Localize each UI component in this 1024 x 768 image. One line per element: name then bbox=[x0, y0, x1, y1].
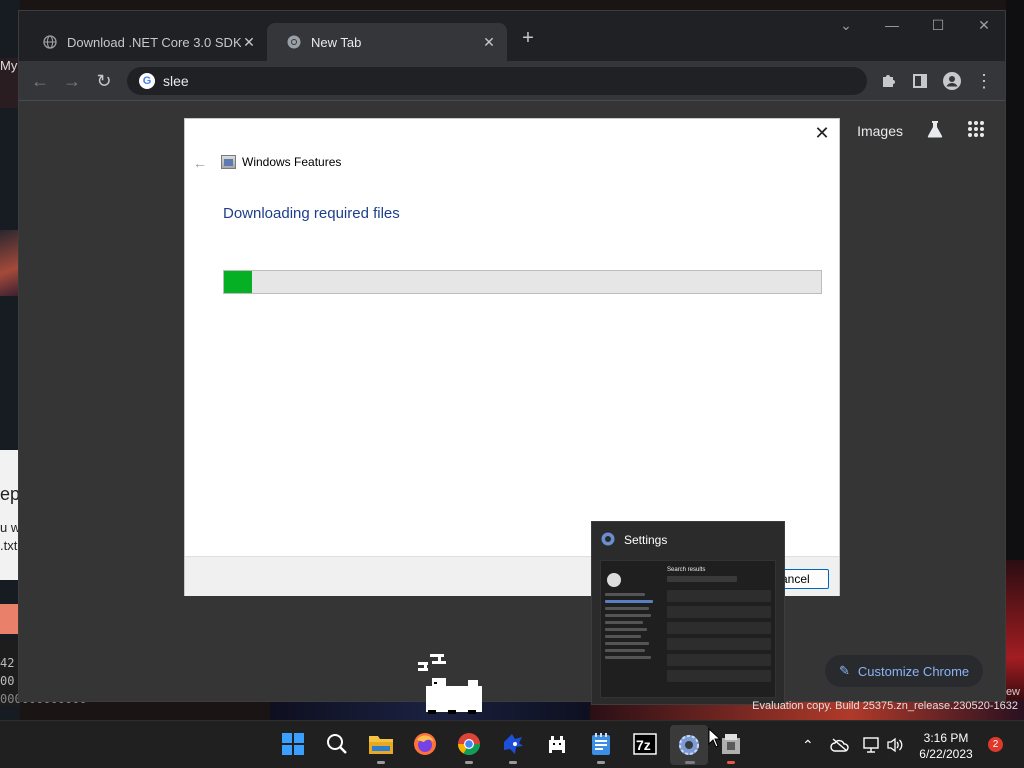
volume-icon[interactable] bbox=[886, 721, 904, 768]
background-text-fragment: My bbox=[0, 58, 18, 73]
address-bar[interactable]: G bbox=[127, 67, 867, 95]
settings-taskbar-icon[interactable] bbox=[670, 725, 708, 765]
thumbnail-main: Search results bbox=[667, 567, 771, 695]
background-button-fragment bbox=[0, 604, 20, 634]
thumbnail-heading: Search results bbox=[667, 567, 706, 573]
watermark-fragment: ew bbox=[1005, 686, 1020, 698]
labs-flask-icon[interactable] bbox=[925, 119, 945, 142]
images-link[interactable]: Images bbox=[857, 123, 903, 139]
search-icon[interactable] bbox=[324, 731, 350, 757]
chrome-logo-icon bbox=[287, 35, 301, 49]
desktop-wallpaper-right bbox=[1006, 0, 1024, 728]
preview-thumbnail: Search results bbox=[600, 560, 776, 698]
close-icon[interactable]: ✕ bbox=[813, 123, 831, 143]
browser-toolbar: ← → ↻ G ⋮ bbox=[19, 61, 1005, 101]
clock-time: 3:16 PM bbox=[923, 731, 969, 745]
notepad-icon[interactable] bbox=[588, 731, 614, 764]
background-text-fragment: .txt bbox=[0, 538, 18, 553]
tab-search-chevron-icon[interactable]: ⌄ bbox=[831, 17, 861, 34]
taskbar: 7z ⌃ 3:16 PM 6/22/2023 2 bbox=[0, 720, 1024, 768]
clock-date: 6/22/2023 bbox=[919, 747, 973, 761]
side-panel-icon[interactable] bbox=[909, 70, 931, 92]
download-progress-bar bbox=[223, 270, 822, 294]
windows-features-icon bbox=[221, 155, 236, 169]
omnibox-input[interactable] bbox=[163, 73, 763, 89]
show-hidden-icons-chevron[interactable]: ⌃ bbox=[802, 721, 814, 768]
back-arrow-icon[interactable]: ← bbox=[193, 155, 207, 171]
menu-kebab-icon[interactable]: ⋮ bbox=[973, 70, 995, 92]
mouse-cursor-icon bbox=[708, 728, 722, 748]
creature-app-icon[interactable] bbox=[544, 731, 570, 757]
reload-icon[interactable]: ↻ bbox=[93, 70, 115, 92]
thumbnail-sidebar bbox=[605, 565, 663, 693]
minimize-button[interactable]: — bbox=[877, 17, 907, 33]
tab-dotnet-download[interactable]: Download .NET Core 3.0 SDK (v3 ✕ bbox=[23, 23, 267, 61]
apps-grid-icon[interactable] bbox=[967, 120, 985, 141]
wallpaper-fragment bbox=[0, 230, 20, 296]
notification-badge[interactable]: 2 bbox=[988, 737, 1003, 752]
background-text-fragment: 00 bbox=[0, 674, 15, 688]
back-arrow-icon[interactable]: ← bbox=[29, 70, 51, 92]
tab-strip: Download .NET Core 3.0 SDK (v3 ✕ New Tab… bbox=[19, 11, 1005, 61]
tab-label: New Tab bbox=[311, 34, 362, 50]
profile-avatar-icon[interactable] bbox=[941, 70, 963, 92]
svg-text:7z: 7z bbox=[636, 737, 651, 753]
google-g-icon: G bbox=[139, 73, 155, 89]
file-explorer-icon[interactable] bbox=[368, 731, 394, 764]
chrome-icon[interactable] bbox=[456, 731, 482, 764]
forward-arrow-icon[interactable]: → bbox=[61, 70, 83, 92]
pencil-icon: ✎ bbox=[839, 663, 850, 678]
background-text-fragment: 42 bbox=[0, 656, 15, 670]
onedrive-cloud-icon[interactable] bbox=[830, 721, 850, 768]
background-window-fragment bbox=[0, 450, 20, 580]
preview-header: Settings bbox=[592, 522, 784, 558]
firefox-icon[interactable] bbox=[412, 731, 438, 757]
evaluation-watermark: Evaluation copy. Build 25375.zn_release.… bbox=[752, 700, 1018, 712]
start-windows-icon[interactable] bbox=[280, 731, 306, 757]
close-tab-icon[interactable]: ✕ bbox=[481, 34, 497, 51]
desktop-wallpaper-left bbox=[0, 0, 20, 728]
settings-gear-icon bbox=[600, 531, 616, 550]
extensions-puzzle-icon[interactable] bbox=[877, 70, 899, 92]
dialog-title-text: Windows Features bbox=[242, 155, 342, 169]
customize-chrome-button[interactable]: ✎ Customize Chrome bbox=[825, 655, 984, 687]
tab-new-tab[interactable]: New Tab ✕ bbox=[267, 23, 507, 61]
preview-title: Settings bbox=[624, 533, 668, 547]
globe-icon bbox=[43, 35, 57, 49]
tab-label: Download .NET Core 3.0 SDK (v3 bbox=[67, 34, 241, 50]
system-clock[interactable]: 3:16 PM 6/22/2023 bbox=[910, 730, 982, 762]
settings-window-preview[interactable]: Settings Search results bbox=[591, 521, 785, 705]
sleeping-cat-pet[interactable] bbox=[418, 652, 484, 716]
customize-chrome-label: Customize Chrome bbox=[857, 663, 970, 679]
close-tab-icon[interactable]: ✕ bbox=[241, 34, 257, 51]
ntp-header: Images bbox=[857, 119, 985, 142]
dialog-heading: Downloading required files bbox=[223, 205, 400, 222]
maximize-button[interactable]: ☐ bbox=[923, 17, 953, 34]
7zip-icon[interactable]: 7z bbox=[632, 731, 658, 757]
close-window-button[interactable]: ✕ bbox=[969, 17, 999, 34]
progress-fill bbox=[224, 271, 253, 293]
network-icon[interactable] bbox=[862, 721, 880, 768]
new-tab-button[interactable]: + bbox=[517, 27, 539, 50]
dialog-title: Windows Features bbox=[221, 155, 341, 169]
sonic-app-icon[interactable] bbox=[500, 731, 526, 764]
